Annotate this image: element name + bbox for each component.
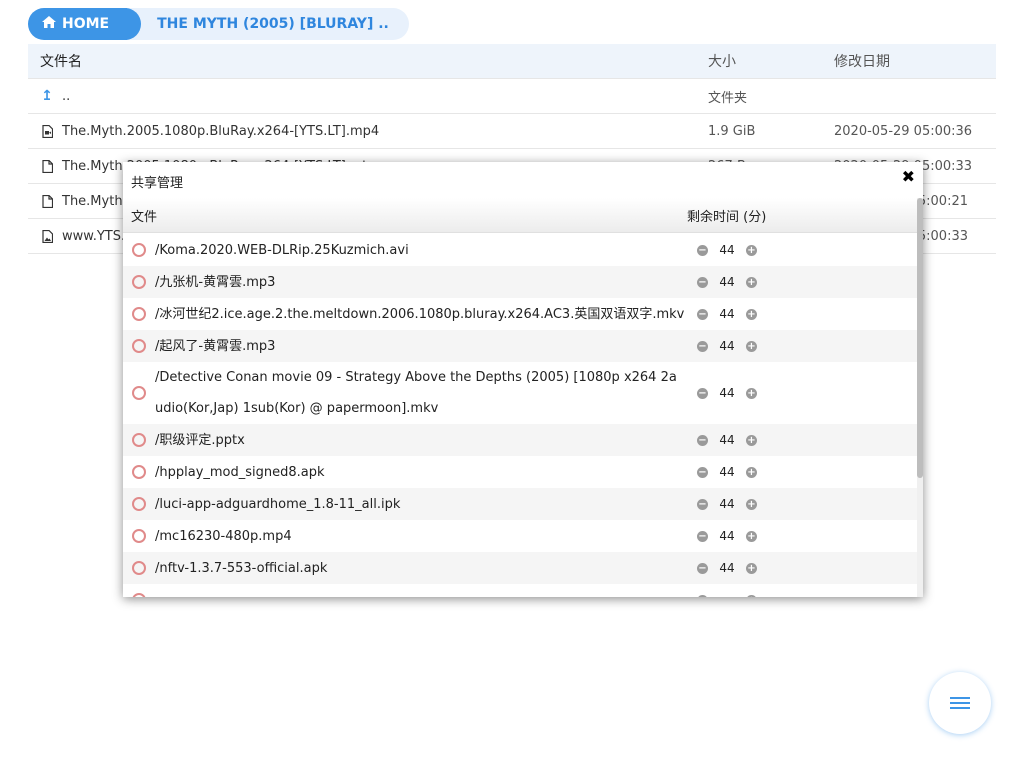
minus-circle-icon[interactable]: − <box>697 434 708 446</box>
share-row[interactable]: /luci-app-adguardhome_1.8-11_all.ipk −44… <box>123 488 917 520</box>
minus-circle-icon[interactable]: − <box>697 498 708 510</box>
plus-circle-icon[interactable]: + <box>746 498 757 510</box>
plus-circle-icon[interactable]: + <box>746 434 757 446</box>
breadcrumb-home-label: HOME <box>62 16 110 32</box>
minus-circle-icon[interactable]: − <box>697 562 708 574</box>
file-icon <box>40 159 54 173</box>
radio-button[interactable] <box>132 561 146 575</box>
share-file-path: /luci-app-adguardhome_1.8-11_all.ipk <box>155 496 401 512</box>
col-file: 文件 <box>131 209 158 225</box>
plus-circle-icon[interactable]: + <box>746 387 757 399</box>
remaining-minutes: 44 <box>719 529 735 543</box>
minus-circle-icon[interactable]: − <box>697 340 708 352</box>
radio-button[interactable] <box>132 497 146 511</box>
row-name[interactable]: The.Myth.2005.1080p.BluRay.x264-[YTS.LT]… <box>62 124 379 139</box>
plus-circle-icon[interactable]: + <box>746 244 757 256</box>
col-remaining-time: 剩余时间 (分) <box>687 209 767 225</box>
file-icon <box>40 194 54 208</box>
radio-button[interactable] <box>132 433 146 447</box>
remaining-minutes: 44 <box>719 386 735 400</box>
scrollbar-thumb[interactable] <box>917 198 923 478</box>
header-date[interactable]: 修改日期 <box>834 51 996 71</box>
plus-circle-icon[interactable]: + <box>746 276 757 288</box>
radio-button[interactable] <box>132 465 146 479</box>
radio-button[interactable] <box>132 593 146 597</box>
share-row[interactable]: /九张机-黄霄雲.mp3 −44 + <box>123 266 917 298</box>
breadcrumb: HOME THE MYTH (2005) [BLURAY] .. <box>28 8 409 40</box>
table-header: 文件名 大小 修改日期 <box>28 44 996 79</box>
radio-button[interactable] <box>132 243 146 257</box>
plus-circle-icon[interactable]: + <box>746 530 757 542</box>
minus-circle-icon[interactable]: − <box>697 276 708 288</box>
dialog-title: 共享管理 <box>131 176 184 191</box>
share-row[interactable]: /职级评定.pptx −44 + <box>123 424 917 456</box>
radio-button[interactable] <box>132 275 146 289</box>
share-file-path: /mc16230-480p.mp4 <box>155 528 292 544</box>
header-name[interactable]: 文件名 <box>28 51 708 71</box>
minus-circle-icon[interactable]: − <box>697 387 708 399</box>
menu-button[interactable] <box>929 672 991 734</box>
row-size: 文件夹 <box>708 90 748 106</box>
share-row[interactable]: /Detective Conan movie 09 - Strategy Abo… <box>123 362 917 424</box>
share-row[interactable]: /Koma.2020.WEB-DLRip.25Kuzmich.avi −44 + <box>123 234 917 266</box>
row-date: 2020-05-29 05:00:36 <box>834 123 973 139</box>
row-name[interactable]: www.YTS.L <box>62 229 132 244</box>
breadcrumb-current[interactable]: THE MYTH (2005) [BLURAY] .. <box>127 8 409 40</box>
plus-circle-icon[interactable]: + <box>746 308 757 320</box>
radio-button[interactable] <box>132 339 146 353</box>
share-file-path: /Koma.2020.WEB-DLRip.25Kuzmich.avi <box>155 242 409 258</box>
share-file-path: /职级评定.pptx <box>155 432 245 448</box>
row-size: 1.9 GiB <box>708 123 756 139</box>
breadcrumb-home[interactable]: HOME <box>28 8 142 40</box>
share-row[interactable]: /起风了-黄霄雲.mp3 −44 + <box>123 330 917 362</box>
share-file-path: /起风了-黄霄雲.mp3 <box>155 338 276 354</box>
minus-circle-icon[interactable]: − <box>697 308 708 320</box>
radio-button[interactable] <box>132 307 146 321</box>
remaining-minutes: 44 <box>719 433 735 447</box>
share-file-path: /nftv-1.3.7-553-official.apk <box>155 560 328 576</box>
remaining-minutes: 44 <box>719 465 735 479</box>
menu-icon <box>950 697 970 709</box>
remaining-minutes: 44 <box>719 243 735 257</box>
plus-circle-icon[interactable]: + <box>746 340 757 352</box>
header-size[interactable]: 大小 <box>708 51 834 71</box>
share-row[interactable]: −+ <box>123 584 917 597</box>
minus-circle-icon[interactable]: − <box>697 594 708 597</box>
video-file-icon <box>40 124 54 138</box>
share-row[interactable]: /mc16230-480p.mp4 −44 + <box>123 520 917 552</box>
radio-button[interactable] <box>132 386 146 400</box>
plus-circle-icon[interactable]: + <box>746 562 757 574</box>
remaining-minutes: 44 <box>719 275 735 289</box>
dialog-table-header: 文件 剩余时间 (分) <box>123 198 917 233</box>
image-file-icon <box>40 229 54 243</box>
remaining-minutes: 44 <box>719 497 735 511</box>
share-file-path: /九张机-黄霄雲.mp3 <box>155 274 276 290</box>
minus-circle-icon[interactable]: − <box>697 466 708 478</box>
row-name[interactable]: The.Myth. <box>62 194 127 209</box>
radio-button[interactable] <box>132 529 146 543</box>
plus-circle-icon[interactable]: + <box>746 466 757 478</box>
share-management-dialog: 共享管理 ✖ 文件 剩余时间 (分) /Koma.2020.WEB-DLRip.… <box>123 162 923 597</box>
row-name[interactable]: .. <box>62 89 70 104</box>
share-file-path: /hpplay_mod_signed8.apk <box>155 464 325 480</box>
home-icon <box>41 15 57 33</box>
share-row[interactable]: /nftv-1.3.7-553-official.apk −44 + <box>123 552 917 584</box>
up-arrow-icon: ↥ <box>41 88 53 104</box>
table-row[interactable]: The.Myth.2005.1080p.BluRay.x264-[YTS.LT]… <box>28 114 996 149</box>
share-row[interactable]: /冰河世纪2.ice.age.2.the.meltdown.2006.1080p… <box>123 298 917 330</box>
close-icon[interactable]: ✖ <box>902 167 915 186</box>
minus-circle-icon[interactable]: − <box>697 530 708 542</box>
minus-circle-icon[interactable]: − <box>697 244 708 256</box>
share-list[interactable]: /Koma.2020.WEB-DLRip.25Kuzmich.avi −44 + … <box>123 234 917 597</box>
dialog-scrollbar[interactable] <box>917 198 923 597</box>
remaining-minutes: 44 <box>719 307 735 321</box>
share-file-path: /冰河世纪2.ice.age.2.the.meltdown.2006.1080p… <box>155 306 685 322</box>
share-file-path: /Detective Conan movie 09 - Strategy Abo… <box>155 370 677 416</box>
share-row[interactable]: /hpplay_mod_signed8.apk −44 + <box>123 456 917 488</box>
remaining-minutes: 44 <box>719 339 735 353</box>
plus-circle-icon[interactable]: + <box>746 594 757 597</box>
remaining-minutes: 44 <box>719 561 735 575</box>
table-row-parent[interactable]: ↥ .. 文件夹 <box>28 79 996 114</box>
